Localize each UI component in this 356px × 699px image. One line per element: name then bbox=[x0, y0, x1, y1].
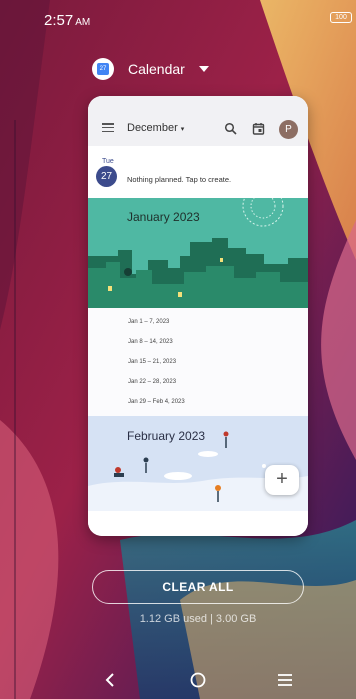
recent-app-header[interactable]: 27 Calendar bbox=[92, 57, 209, 81]
battery-level: 100 bbox=[335, 14, 347, 21]
week-label[interactable]: Jan 22 – 28, 2023 bbox=[128, 379, 176, 385]
week-label[interactable]: Jan 1 – 7, 2023 bbox=[128, 319, 169, 325]
empty-day-message[interactable]: Nothing planned. Tap to create. bbox=[127, 175, 231, 184]
february-title: February 2023 bbox=[127, 429, 206, 443]
account-avatar[interactable]: P bbox=[279, 120, 298, 139]
month-selector[interactable]: December ▾ bbox=[127, 122, 184, 134]
memory-usage: 1.12 GB used | 3.00 GB bbox=[139, 613, 257, 625]
search-icon[interactable] bbox=[224, 122, 237, 135]
card-bottom bbox=[88, 511, 308, 536]
today-day-of-week: Tue bbox=[102, 158, 114, 165]
week-label[interactable]: Jan 8 – 14, 2023 bbox=[128, 339, 173, 345]
dropdown-caret-icon: ▾ bbox=[180, 126, 185, 133]
calendar-today-icon[interactable] bbox=[252, 122, 265, 135]
calendar-toolbar bbox=[88, 96, 308, 146]
status-bar: 2:57 AM 100 bbox=[0, 0, 356, 34]
clock-ampm: AM bbox=[75, 17, 91, 28]
home-icon[interactable] bbox=[188, 670, 208, 690]
today-row[interactable] bbox=[88, 146, 308, 198]
create-event-button[interactable]: + bbox=[265, 465, 299, 495]
battery-icon: 100 bbox=[330, 12, 352, 23]
week-label[interactable]: Jan 15 – 21, 2023 bbox=[128, 359, 176, 365]
chevron-down-icon[interactable] bbox=[198, 66, 209, 72]
navigation-bar bbox=[0, 660, 356, 699]
recent-app-title: Calendar bbox=[128, 61, 185, 77]
clock: 2:57 AM bbox=[44, 12, 91, 29]
today-date-badge: 27 bbox=[96, 166, 117, 187]
menu-icon[interactable] bbox=[102, 123, 114, 133]
january-title: January 2023 bbox=[127, 210, 200, 224]
week-label[interactable]: Jan 29 – Feb 4, 2023 bbox=[128, 399, 185, 405]
clear-all-button[interactable]: CLEAR ALL bbox=[92, 570, 304, 604]
calendar-app-card[interactable]: December ▾ P Tue 27 Nothing planned. Tap … bbox=[88, 96, 308, 536]
calendar-app-icon: 27 bbox=[92, 58, 114, 80]
recents-icon[interactable] bbox=[275, 670, 295, 690]
back-icon[interactable] bbox=[100, 670, 120, 690]
week-list bbox=[88, 308, 308, 416]
